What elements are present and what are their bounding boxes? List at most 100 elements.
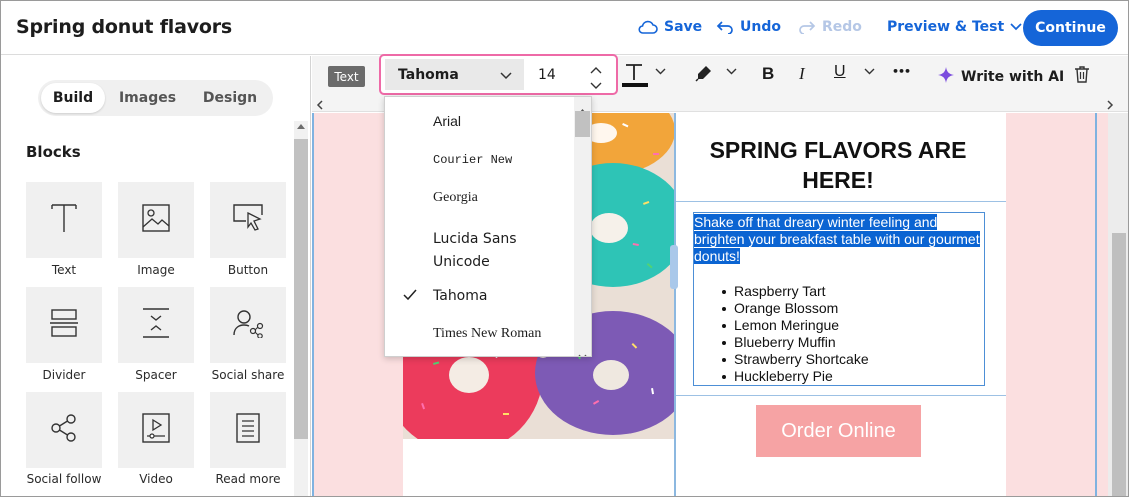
block-read-more-label: Read more [215,472,281,486]
scrollbar-thumb[interactable] [1112,233,1126,496]
intro-paragraph[interactable]: Shake off that dreary winter feeling and… [694,214,986,265]
block-video[interactable] [118,392,194,468]
font-option-tahoma[interactable]: Tahoma [433,288,487,304]
list-item: Lemon Meringue [722,317,869,334]
block-spacer-label: Spacer [135,368,177,382]
chevron-right-icon[interactable] [1106,99,1114,113]
intro-line: donuts! [694,248,740,264]
canvas-edge [1095,113,1097,496]
redo-button[interactable]: Redo [798,19,862,35]
redo-icon [798,20,816,34]
text-color-icon [622,62,648,92]
tab-build[interactable]: Build [41,83,105,113]
chevron-down-icon[interactable] [655,68,666,75]
left-panel-scrollbar[interactable] [294,121,308,496]
email-headline[interactable]: SPRING FLAVORS ARE HERE! [693,135,983,195]
write-with-ai-button[interactable]: Write with AI [937,66,1064,88]
preview-label: Preview & Test [887,19,1005,35]
left-panel: Build Images Design Blocks Text Image Bu… [1,56,311,496]
text-color-button[interactable] [622,62,648,92]
chevron-down-icon[interactable] [864,68,875,75]
bold-button[interactable]: B [762,64,774,84]
image-icon [141,203,171,237]
flavor-list: Raspberry Tart Orange Blossom Lemon Meri… [722,283,869,385]
save-button[interactable]: Save [638,19,702,35]
block-spacer[interactable] [118,287,194,363]
chevron-left-icon[interactable] [316,99,324,113]
write-with-ai-label: Write with AI [961,69,1065,85]
chevron-down-icon[interactable] [726,68,737,75]
checkmark-icon [403,286,417,305]
more-options-button[interactable]: ••• [892,65,911,78]
block-divider[interactable] [26,287,102,363]
continue-button[interactable]: Continue [1023,10,1118,46]
spacer-icon [141,307,171,343]
button-icon [232,203,264,237]
block-divider-label: Divider [42,368,86,382]
app-window: Spring donut flavors Save Undo Redo Prev… [0,0,1129,497]
block-read-more[interactable] [210,392,286,468]
cloud-icon [638,20,658,34]
highlight-button[interactable] [695,64,713,86]
chevron-down-icon[interactable] [578,345,587,356]
social-follow-icon [49,413,79,447]
font-option-lucida-sans-unicode[interactable]: Lucida Sans Unicode [433,228,543,274]
block-text-label: Text [51,263,77,277]
preview-test-button[interactable]: Preview & Test [887,19,1022,35]
font-family-value: Tahoma [398,66,459,83]
blocks-heading: Blocks [26,143,81,161]
font-option-times-new-roman[interactable]: Times New Roman [433,326,541,342]
block-text[interactable] [26,182,102,258]
canvas-scrollbar[interactable] [1108,113,1128,496]
highlighter-icon [695,64,713,86]
undo-button[interactable]: Undo [716,19,781,35]
video-icon [141,412,171,448]
font-option-arial[interactable]: Arial [433,113,461,129]
block-social-follow-label: Social follow [26,472,102,486]
block-social-share-label: Social share [211,368,285,382]
font-family-select[interactable]: Tahoma [385,59,524,90]
block-button-label: Button [227,263,269,277]
delete-button[interactable] [1074,65,1090,87]
chevron-down-icon[interactable] [589,76,603,95]
tab-images[interactable]: Images [105,83,190,113]
font-size-value: 14 [538,66,556,83]
font-controls-highlight: Tahoma 14 [379,54,618,95]
block-video-label: Video [139,472,173,486]
column-resize-handle[interactable] [670,245,678,289]
scrollbar-thumb[interactable] [294,139,308,439]
chevron-down-icon [1010,23,1022,31]
read-more-icon [235,412,261,448]
text-block-tag: Text [328,66,365,87]
intro-line: Shake off that dreary winter feeling and [694,214,938,230]
font-option-georgia[interactable]: Georgia [433,190,478,206]
selected-text-block[interactable]: Shake off that dreary winter feeling and… [693,212,985,386]
block-social-follow[interactable] [26,392,102,468]
intro-line: brighten your breakfast table with our g… [694,231,980,247]
list-item: Blueberry Muffin [722,334,869,351]
block-image[interactable] [118,182,194,258]
block-social-share[interactable] [210,287,286,363]
undo-icon [716,20,734,34]
dropdown-scrollbar[interactable] [574,97,591,356]
save-label: Save [664,19,703,35]
list-item: Raspberry Tart [722,283,869,300]
scroll-up-icon[interactable] [297,124,305,129]
canvas-edge [312,113,314,496]
tab-design[interactable]: Design [190,83,270,113]
font-family-dropdown: Arial Courier New Georgia Lucida Sans Un… [384,96,592,357]
document-title[interactable]: Spring donut flavors [16,16,232,38]
block-button[interactable] [210,182,286,258]
font-option-courier-new[interactable]: Courier New [433,153,512,167]
social-share-icon [232,308,264,342]
list-item: Strawberry Shortcake [722,351,869,367]
text-icon [49,202,79,238]
row-divider [676,201,1006,202]
scrollbar-thumb[interactable] [575,111,590,137]
italic-button[interactable]: I [799,64,805,84]
order-online-button[interactable]: Order Online [756,405,921,457]
underline-button[interactable]: U [834,63,846,81]
block-image-label: Image [137,263,175,277]
chevron-down-icon [500,68,512,84]
top-header: Spring donut flavors Save Undo Redo Prev… [1,1,1128,55]
